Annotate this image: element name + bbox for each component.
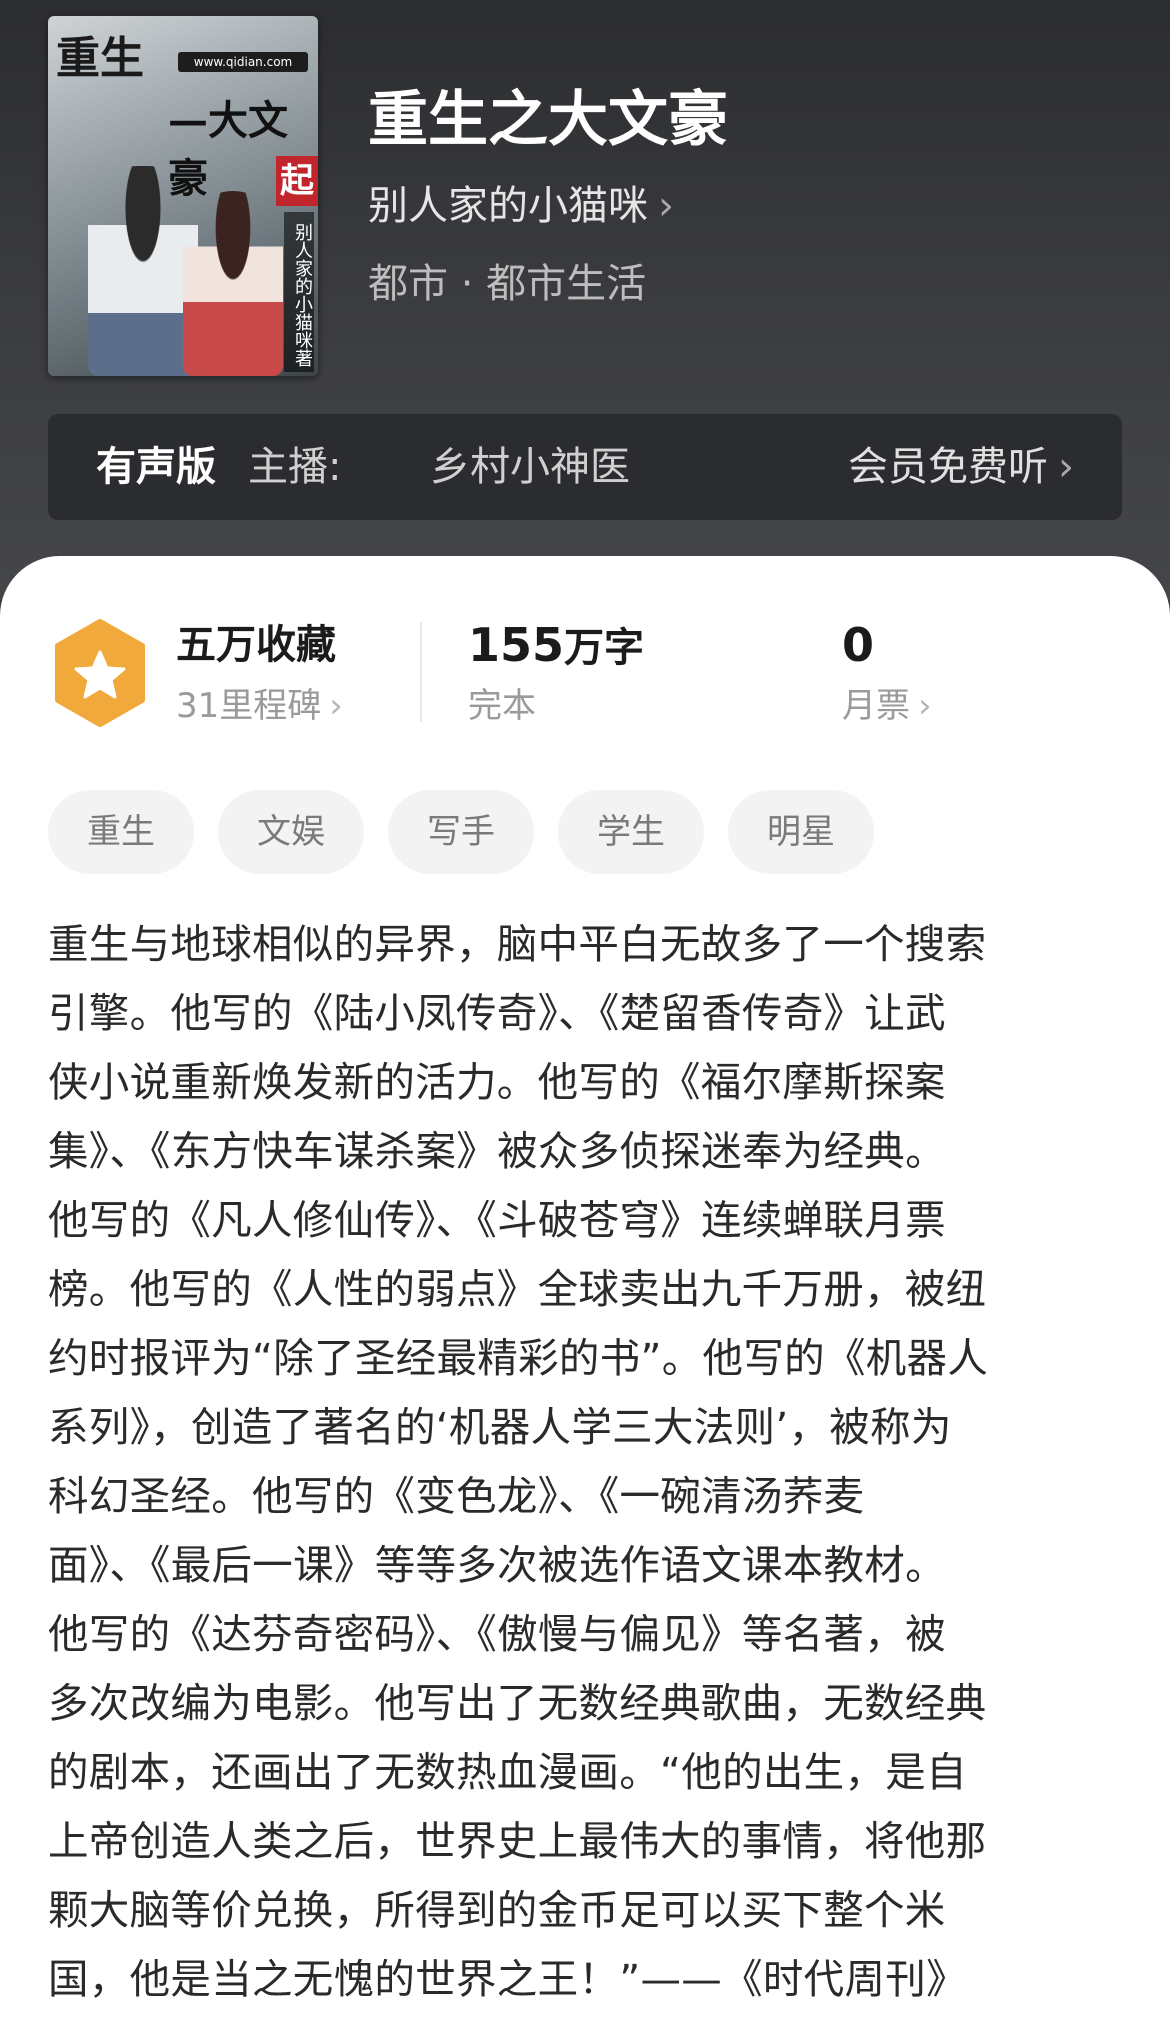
tag-chip[interactable]: 重生: [48, 790, 194, 874]
description-line: 国，他是当之无愧的世界之王！”——《时代周刊》: [48, 1955, 967, 2003]
cover-seal: 起: [276, 156, 318, 206]
description-line: 榜。他写的《人性的弱点》全球卖出九千万册，被纽: [48, 1265, 987, 1313]
description-line: 他写的《达芬奇密码》、《傲慢与偏见》等名著，被: [48, 1610, 946, 1658]
monthly-ticket-count: 0: [842, 618, 875, 672]
description-line: 多次改编为电影。他写出了无数经典歌曲，无数经典: [48, 1679, 987, 1727]
narrator-name: 乡村小神医: [430, 444, 630, 490]
description-line: 的剧本，还画出了无数热血漫画。“他的出生，是自: [48, 1748, 967, 1796]
chevron-right-icon: ›: [1058, 444, 1074, 490]
book-cover[interactable]: 重生 www.qidian.com —大文豪 起 别人家的小猫咪著: [48, 16, 318, 376]
description-line: 面》、《最后一课》等等多次被选作语文课本教材。: [48, 1541, 946, 1589]
word-count-value: 155: [468, 618, 565, 672]
milestone-link[interactable]: 31里程碑 ›: [176, 684, 343, 728]
audio-version-label: 有声版: [96, 444, 216, 490]
narrator-prefix: 主播:: [248, 444, 342, 490]
audio-version-bar[interactable]: 有声版 主播: 乡村小神医 会员免费听 ›: [48, 414, 1122, 520]
description-line: 集》、《东方快车谋杀案》被众多侦探迷奉为经典。: [48, 1127, 946, 1175]
cover-figure-girl: [183, 191, 283, 376]
stats-divider: [420, 622, 422, 722]
description-line: 上帝创造人类之后，世界史上最伟大的事情，将他那: [48, 1817, 987, 1865]
monthly-ticket-label: 月票: [842, 686, 910, 726]
description-line: 系列》，创造了著名的‘机器人学三大法则’，被称为: [48, 1403, 952, 1451]
description-line: 引擎。他写的《陆小凤传奇》、《楚留香传奇》让武: [48, 989, 946, 1037]
cover-author-text: 别人家的小猫咪著: [284, 212, 314, 372]
member-free-listen-label: 会员免费听: [848, 444, 1048, 490]
description-line: 重生与地球相似的异界，脑中平白无故多了一个搜索: [48, 920, 987, 968]
author-name: 别人家的小猫咪: [368, 183, 648, 229]
cover-title-text: 重生: [56, 33, 144, 84]
cover-url-text: www.qidian.com: [178, 52, 308, 72]
cover-subtitle-text: —大文豪: [168, 97, 288, 202]
word-count-unit: 万字: [564, 625, 645, 671]
milestone-label: 31里程碑: [176, 686, 322, 726]
description-line: 科幻圣经。他写的《变色龙》、《一碗清汤荞麦: [48, 1472, 865, 1520]
chevron-right-icon: ›: [918, 686, 932, 726]
tag-chip[interactable]: 明星: [728, 790, 874, 874]
chevron-right-icon: ›: [329, 686, 343, 726]
tag-chip[interactable]: 写手: [388, 790, 534, 874]
description-line: 颗大脑等价兑换，所得到的金币足可以买下整个米: [48, 1886, 946, 1934]
book-title: 重生之大文豪: [368, 85, 728, 155]
member-free-listen-link[interactable]: 会员免费听 ›: [848, 414, 1074, 520]
collection-count: 五万收藏: [176, 622, 336, 668]
book-description: 重生与地球相似的异界，脑中平白无故多了一个搜索 引擎。他写的《陆小凤传奇》、《楚…: [48, 910, 1128, 2014]
chevron-right-icon: ›: [658, 183, 674, 229]
description-line: 他写的《凡人修仙传》、《斗破苍穹》连续蝉联月票: [48, 1196, 946, 1244]
completion-status: 完本: [468, 686, 536, 726]
book-header: 重生 www.qidian.com —大文豪 起 别人家的小猫咪著 重生之大文豪…: [0, 0, 1170, 600]
star-hexagon-icon: [55, 619, 145, 727]
author-link[interactable]: 别人家的小猫咪 ›: [368, 180, 674, 232]
genre-label: 都市 · 都市生活: [368, 261, 647, 307]
tag-chip[interactable]: 学生: [558, 790, 704, 874]
monthly-ticket-link[interactable]: 月票 ›: [842, 684, 932, 728]
word-count: 155万字: [468, 618, 644, 675]
description-line: 侠小说重新焕发新的活力。他写的《福尔摩斯探案: [48, 1058, 946, 1106]
description-line: 约时报评为“除了圣经最精彩的书”。他写的《机器人: [48, 1334, 989, 1382]
tag-list: 重生 文娱 写手 学生 明星: [48, 790, 874, 874]
cover-figure-boy: [88, 166, 198, 376]
tag-chip[interactable]: 文娱: [218, 790, 364, 874]
